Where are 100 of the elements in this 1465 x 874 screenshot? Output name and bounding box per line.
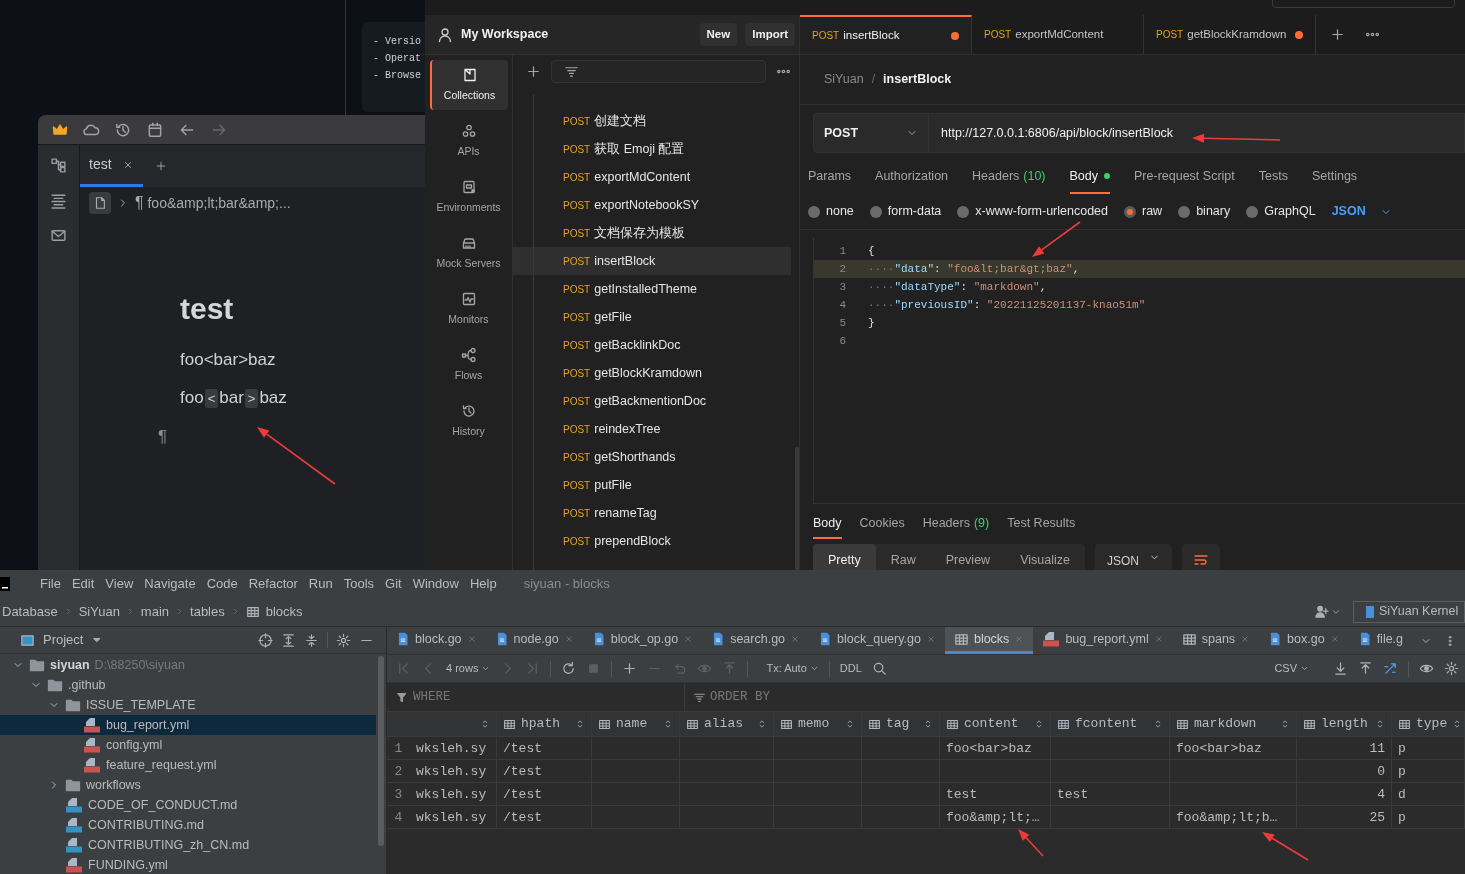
request-option-tab[interactable]: Settings [1311,160,1358,194]
export-icon[interactable] [1333,661,1348,676]
tree-item[interactable]: workflows [0,775,376,795]
request-item[interactable]: POST 创建文档 [513,107,791,135]
request-item[interactable]: POST getInstalledTheme [513,275,791,303]
nav-item[interactable]: Monitors [429,284,508,334]
settings-icon[interactable] [336,632,351,648]
ddl-button[interactable]: DDL [839,660,862,677]
request-item[interactable]: POST 获取 Emoji 配置 [513,135,791,163]
view-tab[interactable]: Preview [930,544,1006,570]
sort-icon[interactable] [480,719,490,729]
request-item[interactable]: POST prependBlock [513,527,791,555]
column-header[interactable]: markdown [1170,712,1297,736]
column-header[interactable]: name [592,712,680,736]
header-button[interactable]: New [699,23,738,46]
request-option-tab[interactable]: Body [1069,160,1111,194]
menu-item[interactable]: Navigate [144,573,196,594]
wrap-button[interactable] [1181,544,1220,570]
tree-item[interactable]: CODE_OF_CONDUCT.md [0,795,376,815]
sort-icon[interactable] [1375,719,1385,729]
new-tab-icon[interactable] [1330,27,1345,42]
new-tab-icon[interactable] [154,160,167,172]
column-header[interactable]: type [1392,712,1465,736]
response-tab[interactable]: Cookies [859,509,905,539]
request-item[interactable]: POST 文档保存为模板 [513,219,791,247]
menu-item[interactable]: Refactor [248,573,298,594]
file-tree-icon[interactable] [50,157,67,174]
sort-icon[interactable] [845,719,855,729]
menu-item[interactable]: Edit [71,573,95,594]
file-tab[interactable]: block.go [387,627,486,654]
column-header[interactable]: hpath [497,712,592,736]
compare-icon[interactable] [1383,661,1398,676]
mail-icon[interactable] [50,227,67,244]
users-icon[interactable] [1313,604,1331,619]
request-item[interactable]: POST exportNotebookSY [513,191,791,219]
response-tab[interactable]: Headers (9) [922,509,990,539]
file-tab[interactable]: block_query.go [809,627,945,654]
nav-item[interactable]: History [429,396,508,446]
body-type-radio[interactable]: x-www-form-urlencoded [957,202,1108,221]
import-icon[interactable] [1358,661,1373,676]
request-option-tab[interactable]: Headers (10) [972,160,1046,194]
request-item[interactable]: POST getShorthands [513,443,791,471]
file-tab[interactable]: node.go [485,627,583,654]
menu-item[interactable]: Tools [343,573,375,594]
export-format-select[interactable]: CSV [1274,660,1309,677]
workspace-name[interactable]: My Workspace [461,25,549,44]
request-option-tab[interactable]: Params [808,160,852,194]
breadcrumb-item[interactable]: ¶ foo&amp;lt;bar&amp;... [135,191,291,215]
request-item[interactable]: POST reindexTree [513,415,791,443]
sort-icon[interactable] [1280,719,1290,729]
breadcrumb-item[interactable]: blocks [265,601,303,622]
breadcrumb-item[interactable]: SiYuan [78,601,120,622]
body-type-radio[interactable]: GraphQL [1246,202,1316,221]
file-tab[interactable]: blocks [944,627,1034,654]
request-item[interactable]: POST exportMdContent [513,163,791,191]
sort-icon[interactable] [1034,719,1044,729]
column-header[interactable]: content [940,712,1051,736]
tree-item[interactable]: siyuan D:\88250\siyuan [0,655,376,675]
tree-item[interactable]: config.yml [0,735,376,755]
file-tab[interactable]: file.g [1348,627,1413,654]
response-tab[interactable]: Test Results [1007,509,1076,539]
body-editor[interactable]: 1 { 2 ····"data": "foo&lt;bar&gt;baz", 3 ····"dataType": "markdown", 4 ····"previousID": "20221125201137-knao51m" 5 } 6 [813,238,1465,504]
body-type-radio[interactable]: binary [1178,202,1231,221]
file-tab[interactable]: block_op.go [582,627,703,654]
breadcrumb-item[interactable]: SiYuan [824,70,864,89]
column-header[interactable]: fcontent [1051,712,1170,736]
request-option-tab[interactable]: Authorization [875,160,949,194]
menu-item[interactable]: Help [469,573,497,594]
column-header[interactable]: tag [862,712,940,736]
view-tab[interactable]: Visualize [1005,544,1085,570]
document-button[interactable] [89,192,111,214]
request-tab[interactable]: POST insertBlock [800,15,972,54]
menu-item[interactable]: Run [308,573,333,594]
tree-item[interactable]: CONTRIBUTING_zh_CN.md [0,835,376,855]
paragraph-mark[interactable]: ¶ [158,424,168,450]
nav-item[interactable]: Collections [429,60,508,110]
request-item[interactable]: POST getBacklinkDoc [513,331,791,359]
settings-icon[interactable] [1444,661,1459,676]
breadcrumb-item[interactable]: Database [2,601,58,622]
request-item[interactable]: POST putFile [513,471,791,499]
outline-icon[interactable] [50,192,67,209]
request-item[interactable]: POST getBlockKramdown [513,359,791,387]
request-item[interactable]: POST getBackmentionDoc [513,387,791,415]
search-icon[interactable] [871,661,887,676]
tree-item[interactable]: FUNDING.yml [0,855,376,874]
transaction-select[interactable]: Tx: Auto [766,660,819,677]
menu-item[interactable]: View [105,573,134,594]
add-row-icon[interactable] [622,661,638,676]
file-tab[interactable]: box.go [1259,627,1349,654]
header-button[interactable]: Import [745,23,795,46]
refresh-icon[interactable] [561,661,577,676]
page-size-select[interactable]: 4 rows [446,660,491,677]
column-header[interactable]: memo [774,712,862,736]
calendar-icon[interactable] [146,120,164,139]
tree-item[interactable]: feature_request.yml [0,755,376,775]
file-tab[interactable]: search.go [702,627,810,654]
request-item[interactable]: POST getFile [513,303,791,331]
editor-tab[interactable]: test [80,145,143,187]
expand-all-icon[interactable] [281,632,296,648]
format-select[interactable]: JSON [1331,202,1392,221]
